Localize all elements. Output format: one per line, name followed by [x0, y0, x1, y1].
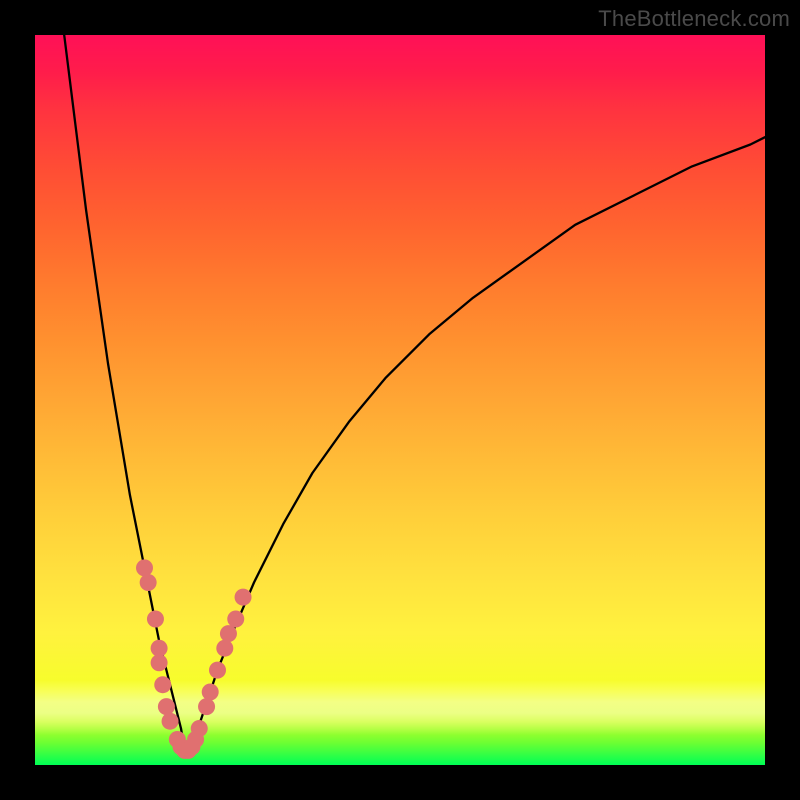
data-marker	[151, 640, 168, 657]
curve-right-branch	[188, 137, 765, 750]
marker-group	[136, 559, 252, 759]
chart-svg	[35, 35, 765, 765]
data-marker	[151, 654, 168, 671]
data-marker	[183, 738, 200, 755]
data-marker	[147, 611, 164, 628]
watermark-text: TheBottleneck.com	[598, 6, 790, 32]
data-marker	[140, 574, 157, 591]
data-marker	[202, 684, 219, 701]
chart-frame: TheBottleneck.com	[0, 0, 800, 800]
data-marker	[235, 589, 252, 606]
data-marker	[173, 738, 190, 755]
series-group	[64, 35, 765, 750]
data-marker	[209, 662, 226, 679]
data-marker	[158, 698, 175, 715]
data-marker	[136, 559, 153, 576]
data-marker	[220, 625, 237, 642]
curve-left-branch	[64, 35, 184, 750]
data-marker	[154, 676, 171, 693]
data-marker	[227, 611, 244, 628]
highlight-band	[35, 680, 765, 735]
data-marker	[176, 742, 193, 759]
data-marker	[187, 731, 204, 748]
data-marker	[198, 698, 215, 715]
data-marker	[162, 713, 179, 730]
data-marker	[180, 742, 197, 759]
plot-area	[35, 35, 765, 765]
data-marker	[169, 731, 186, 748]
data-marker	[216, 640, 233, 657]
data-marker	[191, 720, 208, 737]
